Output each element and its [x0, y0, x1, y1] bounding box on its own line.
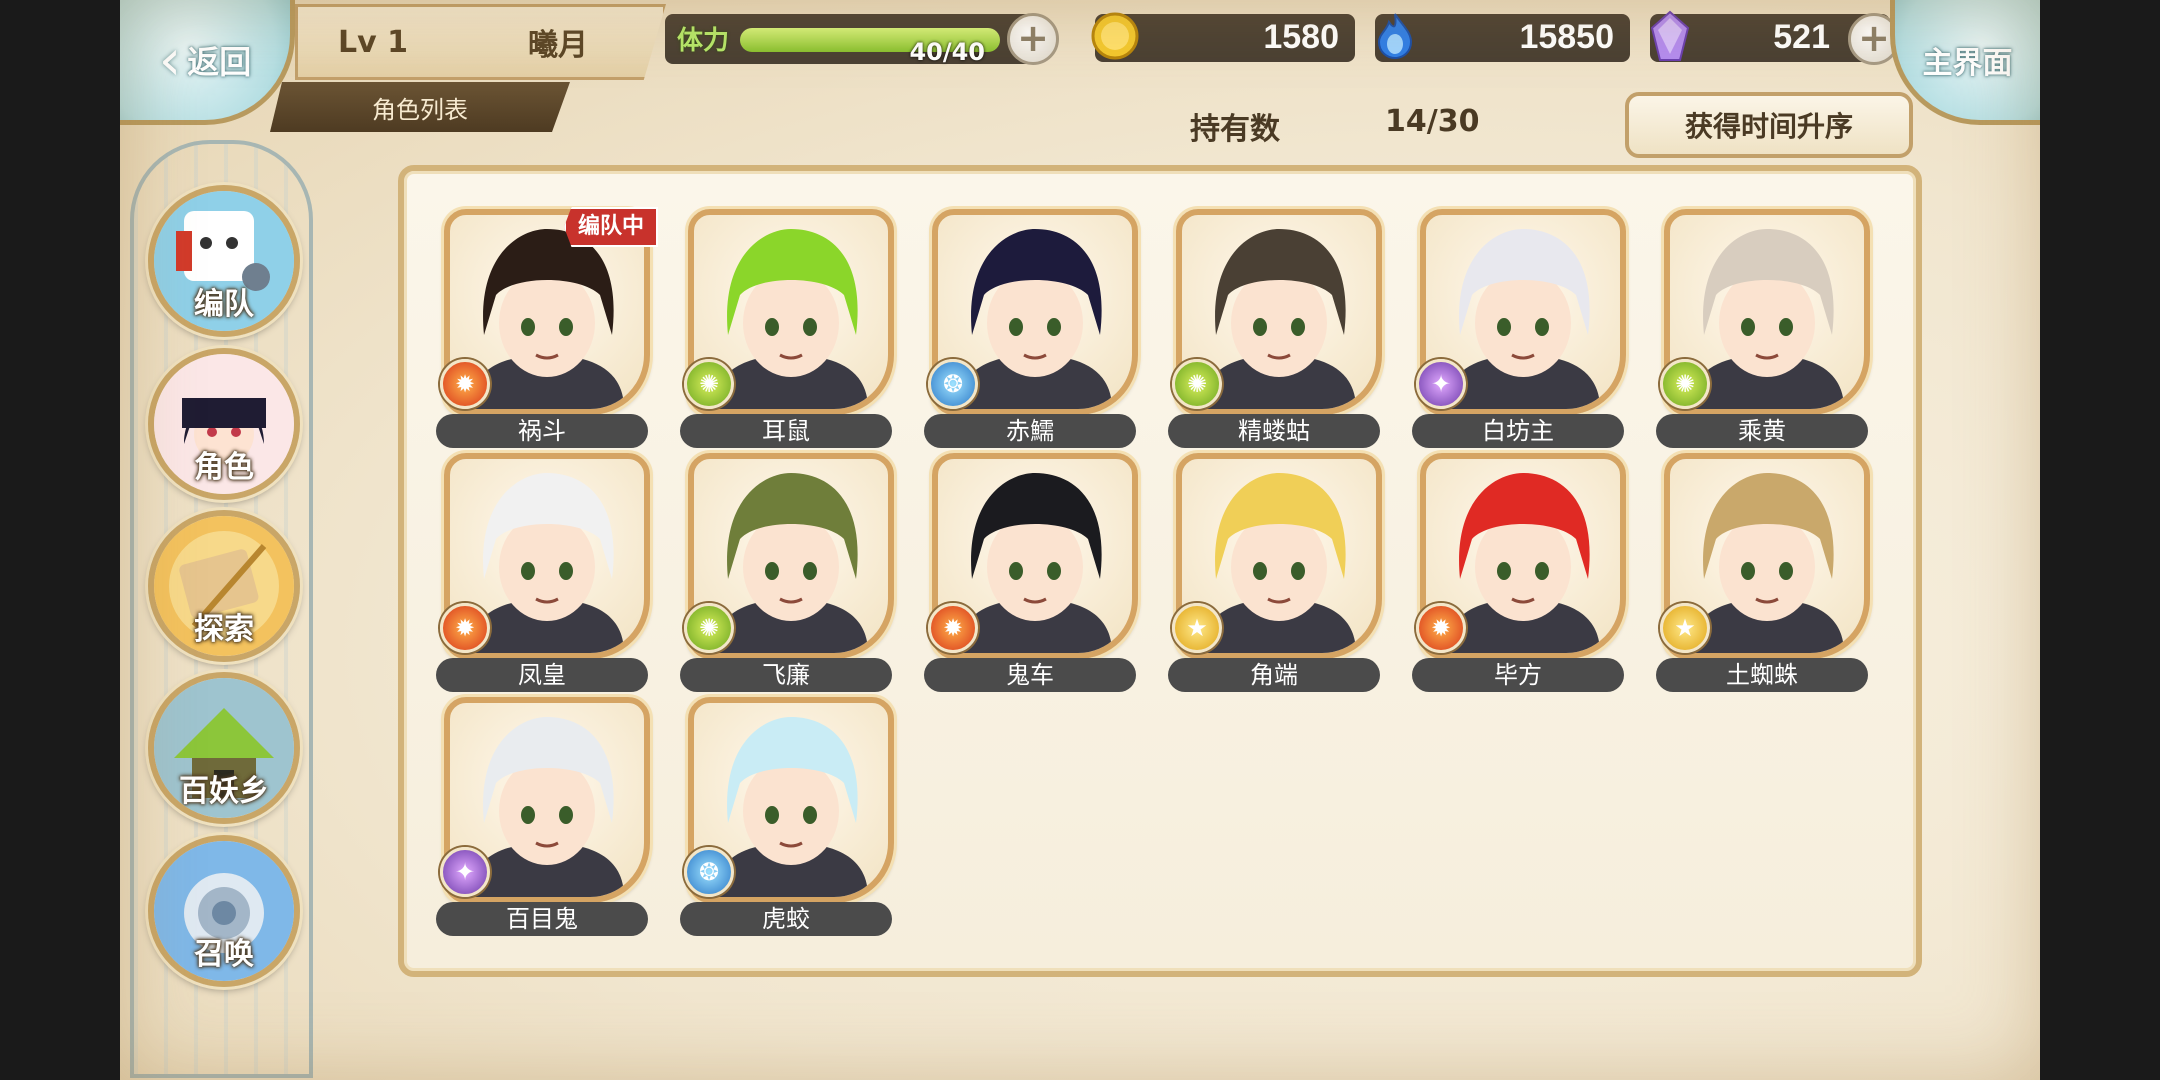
character-card[interactable]: ✺ 精蝼蛄	[1168, 209, 1382, 449]
character-card[interactable]: ✹ 鬼车	[924, 453, 1138, 693]
character-name: 白坊主	[1412, 414, 1624, 448]
stamina-meter: 体力 40/40 +	[665, 13, 1059, 66]
character-name: 赤鱬	[924, 414, 1136, 448]
home-label: 主界面	[1922, 46, 2013, 81]
nav-button-2[interactable]: 探索	[148, 510, 300, 662]
nav-button-4[interactable]: 召唤	[148, 835, 300, 987]
water-element-icon: ❂	[928, 359, 978, 409]
gold-counter: 1580	[1091, 12, 1355, 62]
stamina-label: 体力	[677, 26, 730, 56]
water-element-icon: ❂	[684, 847, 734, 897]
game-screen: ‹ 返回 Lv 1 曦月 角色列表 体力 40/40 + 1580 15850	[120, 0, 2040, 1080]
blue-flame-icon	[1377, 13, 1413, 60]
wind-element-icon: ✺	[684, 359, 734, 409]
nav-label: 编队	[194, 287, 254, 322]
light-element-icon: ★	[1660, 603, 1710, 653]
character-card[interactable]: ✦ 白坊主	[1412, 209, 1626, 449]
wind-element-icon: ✺	[684, 603, 734, 653]
soul-counter: 15850	[1375, 13, 1630, 62]
dark-element-icon: ✦	[440, 847, 490, 897]
player-banner: Lv 1 曦月	[295, 4, 666, 80]
fire-element-icon: ✹	[440, 359, 490, 409]
wind-element-icon: ✺	[1660, 359, 1710, 409]
gem-amount: 521	[1773, 18, 1830, 56]
nav-label: 探索	[194, 612, 254, 647]
player-name: 曦月	[528, 28, 588, 63]
owned-count-value: 14/30	[1385, 104, 1480, 139]
light-element-icon: ★	[1172, 603, 1222, 653]
character-name: 百目鬼	[436, 902, 648, 936]
character-card[interactable]: ✹ 凤皇	[436, 453, 650, 693]
character-name: 乘黄	[1656, 414, 1868, 448]
gem-counter: 521 +	[1650, 10, 1900, 65]
character-name: 祸斗	[436, 414, 648, 448]
gold-coin-icon	[1091, 12, 1139, 60]
character-card[interactable]: ✺ 耳鼠	[680, 209, 894, 449]
character-card[interactable]: ★ 土蜘蛛	[1656, 453, 1870, 693]
nav-button-3[interactable]: 百妖乡	[148, 672, 300, 824]
character-card[interactable]: ❂ 赤鱬	[924, 209, 1138, 449]
character-card[interactable]: ✹ 祸斗 编队中	[436, 207, 658, 449]
character-name: 耳鼠	[680, 414, 892, 448]
character-name: 精蝼蛄	[1168, 414, 1380, 448]
add-stamina-button[interactable]: +	[1007, 13, 1059, 65]
crystal-icon	[1650, 10, 1690, 61]
nav-label: 召唤	[194, 937, 254, 972]
soul-amount: 15850	[1519, 18, 1614, 56]
character-card[interactable]: ✹ 毕方	[1412, 453, 1626, 693]
character-card[interactable]: ✺ 乘黄	[1656, 209, 1870, 449]
fire-element-icon: ✹	[440, 603, 490, 653]
in-team-badge: 编队中	[563, 207, 658, 247]
dark-element-icon: ✦	[1416, 359, 1466, 409]
page-title: 角色列表	[270, 82, 570, 132]
sort-button[interactable]: 获得时间升序	[1625, 92, 1913, 158]
nav-button-0[interactable]: 编队	[148, 185, 300, 337]
owned-count-label: 持有数	[1190, 112, 1280, 147]
nav-label: 角色	[194, 450, 254, 485]
nav-button-1[interactable]: 角色	[148, 348, 300, 500]
nav-label: 百妖乡	[179, 774, 269, 809]
wind-element-icon: ✺	[1172, 359, 1222, 409]
character-card[interactable]: ✺ 飞廉	[680, 453, 894, 693]
character-name: 虎蛟	[680, 902, 892, 936]
character-card[interactable]: ✦ 百目鬼	[436, 697, 650, 937]
fire-element-icon: ✹	[928, 603, 978, 653]
character-name: 毕方	[1412, 658, 1624, 692]
character-name: 飞廉	[680, 658, 892, 692]
back-arrow-icon: ‹	[158, 27, 182, 93]
gold-amount: 1580	[1263, 18, 1339, 56]
character-name: 土蜘蛛	[1656, 658, 1868, 692]
character-name: 鬼车	[924, 658, 1136, 692]
fire-element-icon: ✹	[1416, 603, 1466, 653]
character-name: 角端	[1168, 658, 1380, 692]
character-name: 凤皇	[436, 658, 648, 692]
back-button[interactable]: ‹ 返回	[120, 0, 295, 125]
character-grid: ✹ 祸斗 编队中 ✺ 耳鼠 ❂ 赤鱬 ✺ 精蝼蛄 ✦ 白坊主 ✺ 乘黄 ✹ 凤皇 ✺ 飞廉 ✹ 鬼车 ★ 角端 ✹ 毕方 ★ 土…	[398, 165, 1922, 977]
character-card[interactable]: ★ 角端	[1168, 453, 1382, 693]
back-label: 返回	[187, 43, 252, 81]
stamina-value: 40/40	[909, 38, 985, 66]
character-card[interactable]: ❂ 虎蛟	[680, 697, 894, 937]
player-level: Lv 1	[338, 24, 408, 60]
